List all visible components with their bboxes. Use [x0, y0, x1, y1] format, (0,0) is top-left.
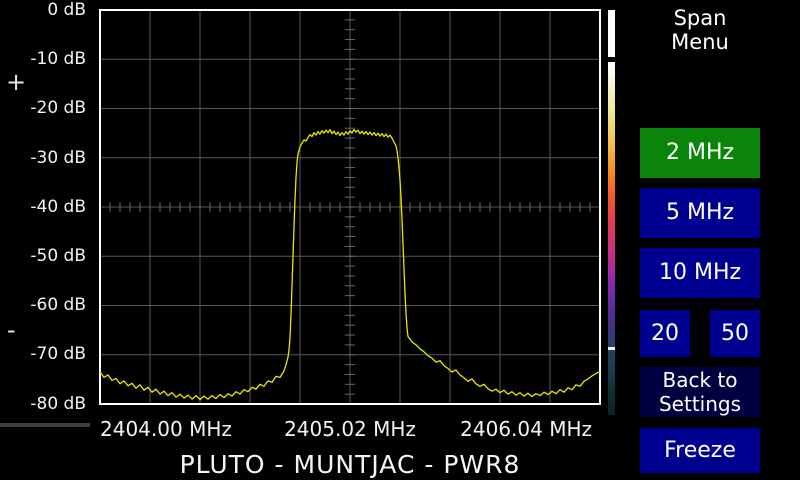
y-tick-label: -20 dB — [2, 99, 86, 117]
back-to-settings-button[interactable]: Back to Settings — [640, 367, 760, 417]
menu-title-line1: Span — [640, 6, 760, 30]
span-50mhz-button[interactable]: 50 — [710, 310, 760, 357]
spectrum-plot[interactable] — [100, 10, 600, 404]
waterfall-level-marker — [608, 347, 615, 350]
span-20mhz-button[interactable]: 20 — [640, 310, 690, 357]
y-tick-label: -70 dB — [2, 345, 86, 363]
y-tick-label: 0 dB — [2, 1, 86, 19]
y-tick-label: -40 dB — [2, 198, 86, 216]
span-10mhz-button[interactable]: 10 MHz — [640, 248, 760, 298]
y-tick-label: -10 dB — [2, 50, 86, 68]
freq-label-stop: 2406.04 MHz — [460, 417, 592, 441]
waterfall-colour-scale — [608, 62, 615, 415]
waterfall-overload-block — [608, 10, 615, 57]
y-tick-label: -80 dB — [2, 395, 86, 413]
span-2mhz-button[interactable]: 2 MHz — [640, 128, 760, 178]
menu-title: Span Menu — [640, 6, 760, 54]
freeze-button[interactable]: Freeze — [640, 428, 760, 473]
freq-label-start: 2404.00 MHz — [100, 417, 232, 441]
menu-title-line2: Menu — [640, 30, 760, 54]
gain-decrease-control[interactable]: - — [7, 316, 16, 344]
span-5mhz-button[interactable]: 5 MHz — [640, 188, 760, 238]
page-title: PLUTO - MUNTJAC - PWR8 — [180, 450, 521, 479]
y-tick-label: -30 dB — [2, 149, 86, 167]
bottom-left-handle[interactable] — [0, 423, 90, 427]
y-tick-label: -50 dB — [2, 247, 86, 265]
spectrum-trace-canvas — [100, 10, 600, 404]
gain-increase-control[interactable]: + — [6, 68, 26, 96]
freq-label-centre: 2405.02 MHz — [284, 417, 416, 441]
y-tick-label: -60 dB — [2, 296, 86, 314]
